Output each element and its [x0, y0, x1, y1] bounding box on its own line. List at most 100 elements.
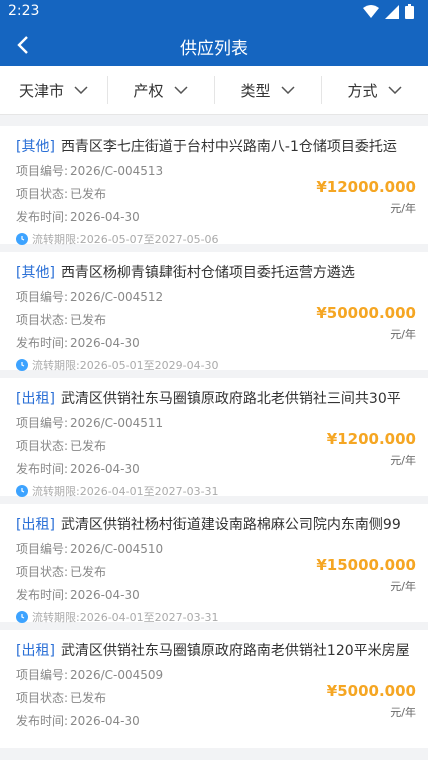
item-title: 武清区供销社东马圈镇原政府路南老供销社120平米房屋 — [60, 643, 410, 659]
filter-method[interactable]: 方式 — [321, 66, 428, 114]
item-tag: [出租] — [16, 643, 55, 659]
item-code: 2026/C-004513 — [70, 164, 164, 178]
list-item[interactable]: [其他] 西青区李七庄街道于台村中兴路南八-1仓储项目委托运 项目编号: 2026/… — [0, 126, 428, 247]
item-date-row: 发布时间: 2026-04-30 — [16, 586, 416, 603]
battery-icon — [405, 4, 414, 19]
item-title-row: [其他] 西青区杨柳青镇肆街村仓储项目委托运营方遴选 — [16, 262, 416, 282]
item-date: 2026-04-30 — [70, 336, 140, 350]
item-period: 流转期限:2026-04-01至2027-03-31 — [32, 485, 219, 498]
item-code-row: 项目编号: 2026/C-004510 — [16, 540, 416, 557]
filter-label: 产权 — [133, 81, 164, 100]
date-label: 发布时间: — [16, 336, 69, 350]
item-unit: 元/年 — [390, 454, 416, 467]
item-code: 2026/C-004511 — [70, 416, 164, 430]
item-date: 2026-04-30 — [70, 588, 140, 602]
item-code-row: 项目编号: 2026/C-004513 — [16, 162, 416, 179]
item-price: ¥12000.000 — [316, 178, 416, 196]
item-state: 已发布 — [70, 439, 107, 453]
supply-list: [其他] 西青区李七庄街道于台村中兴路南八-1仓储项目委托运 项目编号: 2026/… — [0, 126, 428, 756]
item-unit: 元/年 — [390, 580, 416, 593]
item-period-row: 流转期限:2026-04-01至2027-03-31 — [16, 609, 416, 625]
item-code-row: 项目编号: 2026/C-004512 — [16, 288, 416, 305]
status-icons — [363, 4, 414, 19]
code-label: 项目编号: — [16, 290, 69, 304]
date-label: 发布时间: — [16, 588, 69, 602]
item-period: 流转期限:2026-05-01至2029-04-30 — [32, 359, 219, 372]
item-title: 西青区杨柳青镇肆街村仓储项目委托运营方遴选 — [60, 265, 355, 281]
status-bar: 2:23 — [0, 0, 428, 24]
chevron-down-icon — [173, 86, 188, 94]
status-time: 2:23 — [8, 3, 40, 19]
item-code: 2026/C-004512 — [70, 290, 164, 304]
item-date-row: 发布时间: 2026-04-30 — [16, 334, 416, 351]
item-title: 西青区李七庄街道于台村中兴路南八-1仓储项目委托运 — [60, 139, 397, 155]
filter-label: 方式 — [347, 81, 378, 100]
item-state: 已发布 — [70, 565, 107, 579]
code-label: 项目编号: — [16, 542, 69, 556]
item-date-row: 发布时间: 2026-04-30 — [16, 460, 416, 477]
filter-label: 天津市 — [18, 81, 64, 100]
item-price: ¥5000.000 — [326, 682, 416, 700]
item-price: ¥1200.000 — [326, 430, 416, 448]
item-tag: [出租] — [16, 517, 55, 533]
list-item[interactable]: [其他] 西青区杨柳青镇肆街村仓储项目委托运营方遴选 项目编号: 2026/C-00… — [0, 252, 428, 373]
clock-icon — [16, 359, 28, 371]
item-state: 已发布 — [70, 187, 107, 201]
state-label: 项目状态: — [16, 691, 69, 705]
list-item[interactable]: [出租] 武清区供销社杨村街道建设南路棉麻公司院内东南侧99 项目编号: 2026/… — [0, 504, 428, 625]
state-label: 项目状态: — [16, 313, 69, 327]
item-date-row: 发布时间: 2026-04-30 — [16, 712, 416, 729]
filter-bar: 天津市 产权 类型 方式 — [0, 66, 428, 115]
item-title: 武清区供销社杨村街道建设南路棉麻公司院内东南侧99 — [60, 517, 401, 533]
item-unit: 元/年 — [390, 706, 416, 719]
item-tag: [出租] — [16, 391, 55, 407]
list-item[interactable]: [出租] 武清区供销社东马圈镇原政府路南老供销社120平米房屋 项目编号: 2026… — [0, 630, 428, 748]
item-tag: [其他] — [16, 139, 55, 155]
date-label: 发布时间: — [16, 714, 69, 728]
state-label: 项目状态: — [16, 565, 69, 579]
item-code-row: 项目编号: 2026/C-004511 — [16, 414, 416, 431]
filter-property[interactable]: 产权 — [107, 66, 214, 114]
item-price: ¥15000.000 — [316, 556, 416, 574]
chevron-down-icon — [74, 86, 88, 94]
item-period-row: 流转期限:2026-05-01至2029-04-30 — [16, 357, 416, 373]
item-unit: 元/年 — [390, 328, 416, 341]
list-item[interactable]: [出租] 武清区供销社东马圈镇原政府路北老供销社三间共30平 项目编号: 2026/… — [0, 378, 428, 499]
item-date-row: 发布时间: 2026-04-30 — [16, 208, 416, 225]
item-date: 2026-04-30 — [70, 210, 140, 224]
item-period: 流转期限:2026-05-07至2027-05-06 — [32, 233, 219, 246]
clock-icon — [16, 233, 28, 245]
chevron-down-icon — [387, 86, 402, 94]
code-label: 项目编号: — [16, 668, 69, 682]
item-code-row: 项目编号: 2026/C-004509 — [16, 666, 416, 683]
clock-icon — [16, 485, 28, 497]
wifi-icon — [363, 4, 379, 18]
item-price: ¥50000.000 — [316, 304, 416, 322]
item-title-row: [出租] 武清区供销社杨村街道建设南路棉麻公司院内东南侧99 — [16, 514, 416, 534]
item-state: 已发布 — [70, 313, 107, 327]
item-tag: [其他] — [16, 265, 55, 281]
item-code: 2026/C-004509 — [70, 668, 164, 682]
date-label: 发布时间: — [16, 210, 69, 224]
state-label: 项目状态: — [16, 187, 69, 201]
item-title-row: [其他] 西青区李七庄街道于台村中兴路南八-1仓储项目委托运 — [16, 136, 416, 156]
item-period-row: 流转期限:2026-05-07至2027-05-06 — [16, 231, 416, 247]
filter-type[interactable]: 类型 — [214, 66, 321, 114]
filter-label: 类型 — [240, 81, 271, 100]
code-label: 项目编号: — [16, 416, 69, 430]
item-code: 2026/C-004510 — [70, 542, 164, 556]
item-title-row: [出租] 武清区供销社东马圈镇原政府路北老供销社三间共30平 — [16, 388, 416, 408]
item-period-row: 流转期限:2026-04-01至2027-03-31 — [16, 483, 416, 499]
item-date: 2026-04-30 — [70, 714, 140, 728]
date-label: 发布时间: — [16, 462, 69, 476]
nav-bar: 供应列表 — [0, 24, 428, 66]
item-title: 武清区供销社东马圈镇原政府路北老供销社三间共30平 — [60, 391, 401, 407]
item-state: 已发布 — [70, 691, 107, 705]
page-title: 供应列表 — [180, 39, 248, 59]
chevron-down-icon — [280, 86, 295, 94]
filter-region[interactable]: 天津市 — [0, 66, 107, 114]
item-period: 流转期限:2026-04-01至2027-03-31 — [32, 611, 219, 624]
signal-icon — [385, 4, 399, 19]
item-date: 2026-04-30 — [70, 462, 140, 476]
clock-icon — [16, 611, 28, 623]
